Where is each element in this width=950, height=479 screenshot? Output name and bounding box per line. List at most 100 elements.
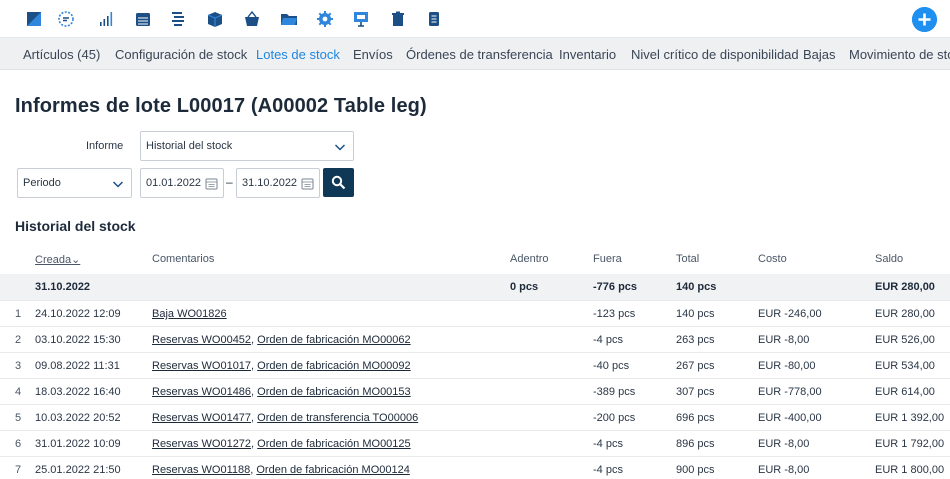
tab-nivel-critico[interactable]: Nivel crítico de disponibilidad <box>631 47 799 62</box>
gear-icon[interactable] <box>314 8 336 30</box>
presentation-icon[interactable] <box>350 8 372 30</box>
report-select-value: Historial del stock <box>146 140 233 152</box>
calendar-grid-icon[interactable] <box>132 8 154 30</box>
report-select[interactable]: Historial del stock <box>140 131 354 161</box>
column-created[interactable]: Creada⌄ <box>35 253 80 266</box>
row-number: 1 <box>15 308 22 320</box>
row-balance: EUR 1 392,00 <box>875 412 945 424</box>
row-comment: Reservas WO01272, Orden de fabricación M… <box>152 438 411 450</box>
row-comment: Baja WO01826 <box>152 308 227 320</box>
comment-link[interactable]: Reservas WO01272 <box>152 438 251 450</box>
row-date: 18.03.2022 16:40 <box>35 386 121 398</box>
tab-articulos[interactable]: Artículos (45) <box>23 47 100 62</box>
page-title: Informes de lote L00017 (A00002 Table le… <box>15 95 427 117</box>
row-cost: EUR -400,00 <box>758 412 822 424</box>
row-number: 5 <box>15 412 22 424</box>
chevron-down-icon <box>112 181 124 188</box>
row-out: -389 pcs <box>593 386 636 398</box>
row-cost: EUR -8,00 <box>758 334 810 346</box>
row-number: 3 <box>15 360 22 372</box>
comment-separator: , <box>251 334 255 346</box>
summary-date: 31.10.2022 <box>35 281 91 293</box>
summary-out: -776 pcs <box>593 281 638 293</box>
comment-link[interactable]: Reservas WO01486 <box>152 386 251 398</box>
period-select[interactable]: Periodo <box>17 168 132 198</box>
row-out: -4 pcs <box>593 464 623 476</box>
tab-inventario[interactable]: Inventario <box>559 47 616 62</box>
date-to-input[interactable]: 31.10.2022 <box>236 168 320 198</box>
tab-configuracion-de-stock[interactable]: Configuración de stock <box>115 47 247 62</box>
comment-separator: , <box>250 464 254 476</box>
row-total: 900 pcs <box>676 464 715 476</box>
plus-circle-icon <box>912 7 937 32</box>
calendar-icon[interactable] <box>205 177 218 190</box>
column-in: Adentro <box>510 253 549 265</box>
row-total: 140 pcs <box>676 308 715 320</box>
tab-ordenes-de-transferencia[interactable]: Órdenes de transferencia <box>406 47 553 62</box>
row-out: -123 pcs <box>593 308 636 320</box>
table-row: 2 03.10.2022 15:30 Reservas WO00452, Ord… <box>0 326 950 352</box>
chevron-down-icon <box>334 144 346 151</box>
date-separator: – <box>226 175 233 189</box>
folder-icon[interactable] <box>278 8 300 30</box>
box-icon[interactable] <box>204 8 226 30</box>
calendar-icon[interactable] <box>301 177 314 190</box>
row-balance: EUR 534,00 <box>875 360 935 372</box>
report-label: Informe <box>86 140 124 152</box>
comment-link[interactable]: Orden de fabricación MO00153 <box>257 386 410 398</box>
row-cost: EUR -246,00 <box>758 308 822 320</box>
top-toolbar <box>0 0 950 38</box>
comment-link[interactable]: Orden de fabricación MO00062 <box>257 334 410 346</box>
list-indent-icon[interactable] <box>167 8 189 30</box>
row-cost: EUR -778,00 <box>758 386 822 398</box>
basket-icon[interactable] <box>241 8 263 30</box>
row-cost: EUR -8,00 <box>758 438 810 450</box>
signal-bars-icon[interactable] <box>95 8 117 30</box>
comment-link[interactable]: Orden de fabricación MO00124 <box>256 464 409 476</box>
row-out: -4 pcs <box>593 334 623 346</box>
period-select-value: Periodo <box>23 177 61 189</box>
row-cost: EUR -8,00 <box>758 464 810 476</box>
trash-icon[interactable] <box>387 8 409 30</box>
column-comments: Comentarios <box>152 253 215 265</box>
row-date: 03.10.2022 15:30 <box>35 334 121 346</box>
summary-total: 140 pcs <box>676 281 717 293</box>
summary-balance: EUR 280,00 <box>875 281 935 293</box>
table-row: 6 31.01.2022 10:09 Reservas WO01272, Ord… <box>0 430 950 456</box>
row-date: 25.01.2022 21:50 <box>35 464 121 476</box>
row-comment: Reservas WO01017, Orden de fabricación M… <box>152 360 411 372</box>
comment-separator: , <box>251 386 255 398</box>
comment-link[interactable]: Orden de fabricación MO00125 <box>257 438 410 450</box>
table-row: 1 24.10.2022 12:09 Baja WO01826 -123 pcs… <box>0 300 950 326</box>
column-out: Fuera <box>593 253 622 265</box>
row-balance: EUR 526,00 <box>875 334 935 346</box>
row-date: 09.08.2022 11:31 <box>35 360 120 372</box>
comment-link[interactable]: Reservas WO01017 <box>152 360 251 372</box>
tab-lotes-de-stock[interactable]: Lotes de stock <box>256 47 340 62</box>
search-button[interactable] <box>323 168 354 197</box>
add-button[interactable] <box>912 7 937 32</box>
comment-link[interactable]: Orden de transferencia TO00006 <box>257 412 418 424</box>
row-out: -200 pcs <box>593 412 636 424</box>
row-total: 696 pcs <box>676 412 715 424</box>
comment-separator: , <box>251 412 255 424</box>
tab-bajas[interactable]: Bajas <box>803 47 836 62</box>
document-icon[interactable] <box>423 8 445 30</box>
row-number: 6 <box>15 438 22 450</box>
row-total: 896 pcs <box>676 438 715 450</box>
row-out: -40 pcs <box>593 360 630 372</box>
search-icon <box>331 175 346 190</box>
settings-gear-icon[interactable] <box>55 8 77 30</box>
column-cost: Costo <box>758 253 787 265</box>
comment-link[interactable]: Reservas WO00452 <box>152 334 251 346</box>
comment-link[interactable]: Reservas WO01188 <box>152 464 250 476</box>
comment-link[interactable]: Orden de fabricación MO00092 <box>257 360 410 372</box>
row-number: 7 <box>15 464 22 476</box>
comment-link[interactable]: Baja WO01826 <box>152 308 227 320</box>
summary-row: 31.10.2022 0 pcs -776 pcs 140 pcs EUR 28… <box>0 274 950 300</box>
tab-movimiento-de-stock[interactable]: Movimiento de sto <box>849 47 950 62</box>
dashboard-icon[interactable] <box>23 8 45 30</box>
tab-envios[interactable]: Envíos <box>353 47 393 62</box>
date-from-input[interactable]: 01.01.2022 <box>140 168 224 198</box>
comment-link[interactable]: Reservas WO01477 <box>152 412 251 424</box>
